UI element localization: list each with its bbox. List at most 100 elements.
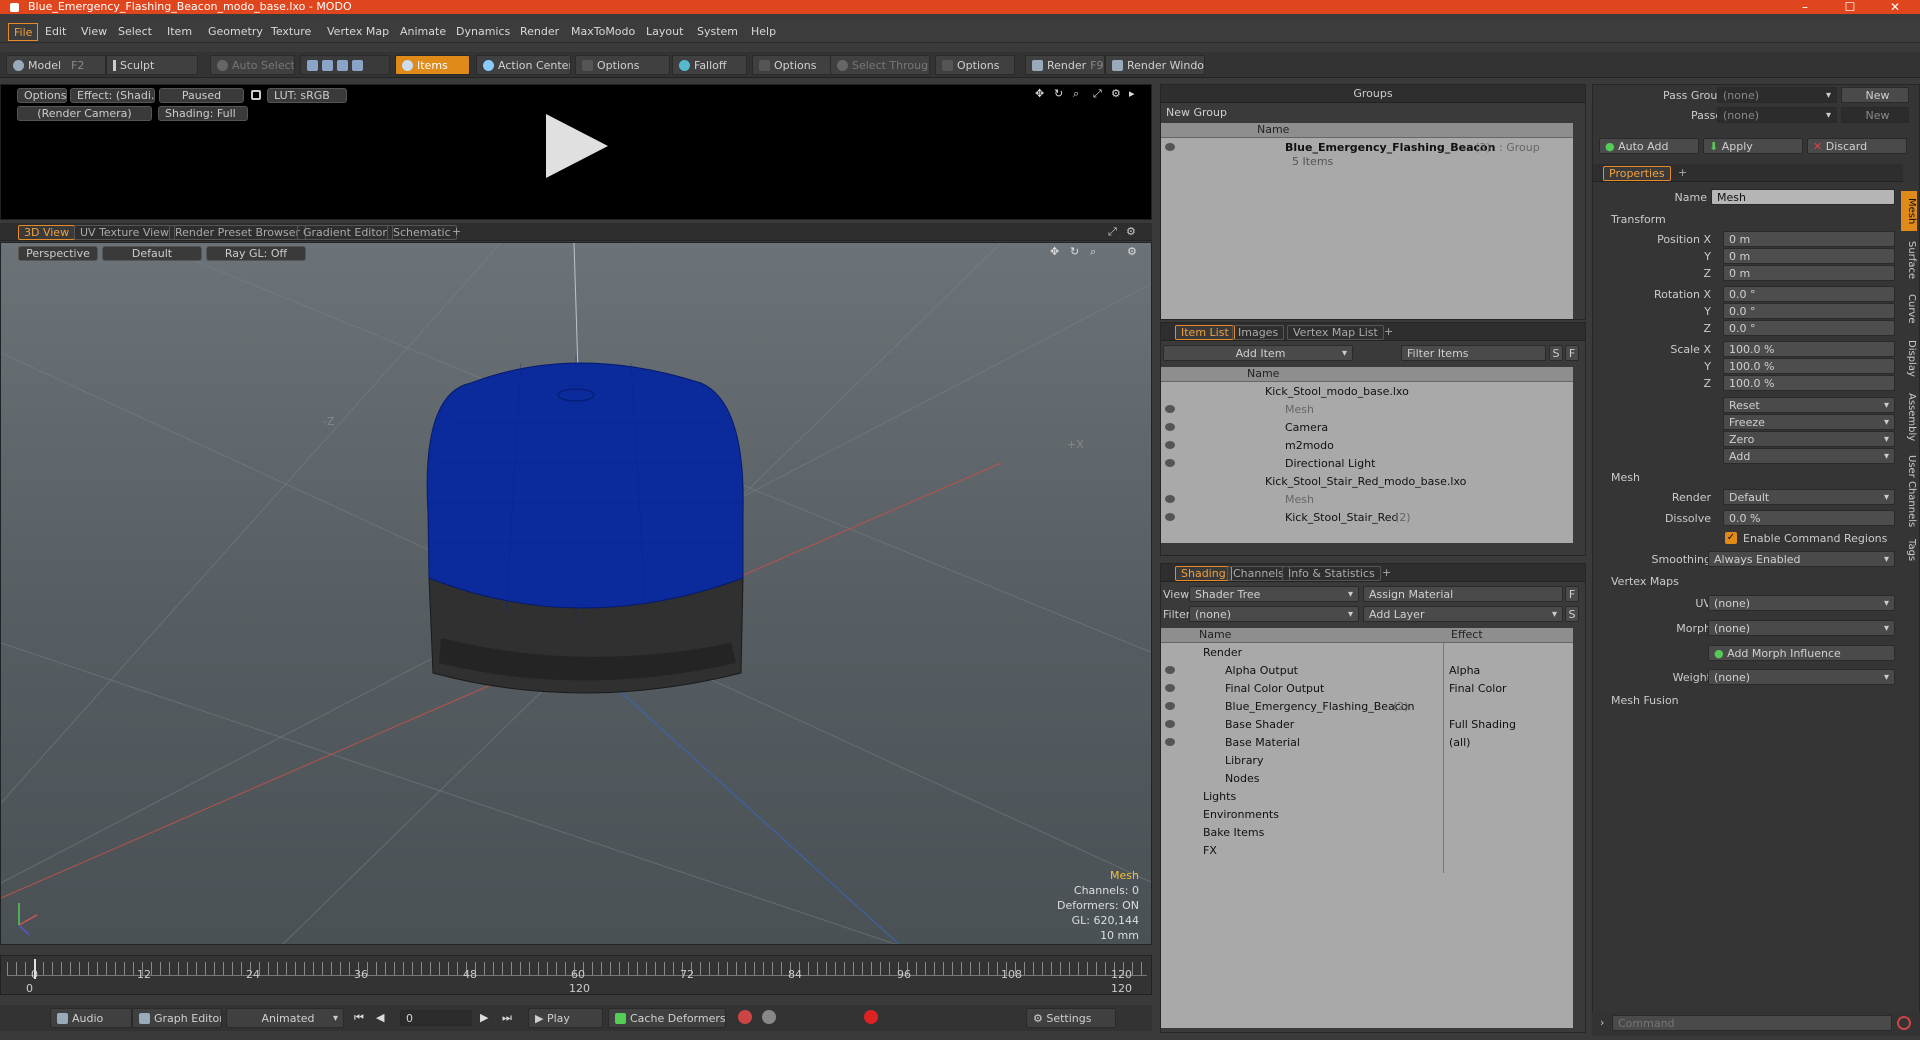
last-frame-icon[interactable]: ⏭ <box>502 1011 512 1025</box>
sculpt-mode-button[interactable]: Sculpt <box>106 55 198 75</box>
minimize-icon[interactable]: – <box>1785 0 1825 14</box>
lut-dropdown[interactable]: LUT: sRGB <box>267 88 347 103</box>
selection-mode-icons[interactable] <box>300 55 390 75</box>
command-record-icon[interactable] <box>1897 1016 1911 1030</box>
name-input[interactable]: Mesh <box>1711 189 1895 205</box>
morph-dropdown[interactable]: (none) <box>1708 620 1895 636</box>
side-tab-display[interactable]: Display <box>1901 333 1917 383</box>
vertex-mode-icon[interactable] <box>307 60 318 71</box>
range-start[interactable]: 0 <box>26 982 33 995</box>
viewport-gear-icon[interactable]: ⚙ <box>1127 245 1137 258</box>
side-tab-surface[interactable]: Surface <box>1901 235 1917 285</box>
shader-row[interactable]: FX <box>1161 842 1573 860</box>
first-frame-icon[interactable]: ⏮ <box>354 1011 364 1025</box>
add-item-tab[interactable]: + <box>1379 325 1398 340</box>
visibility-eye-icon[interactable] <box>1165 441 1175 449</box>
maximize-view-icon[interactable]: ⤢ <box>1108 225 1117 239</box>
shader-row[interactable]: Library <box>1161 752 1573 770</box>
menu-dynamics[interactable]: Dynamics <box>451 23 515 41</box>
enable-command-checkbox[interactable]: ✓ <box>1725 532 1737 544</box>
edge-mode-icon[interactable] <box>322 60 333 71</box>
render-dropdown[interactable]: Default <box>1723 489 1895 505</box>
tab-item-list[interactable]: Item List <box>1175 325 1235 340</box>
options-button-1[interactable]: Options <box>575 55 670 75</box>
lock-icon[interactable] <box>251 90 261 100</box>
reset-dropdown[interactable]: Reset <box>1723 397 1895 413</box>
menu-help[interactable]: Help <box>746 23 781 41</box>
rotate-icon[interactable]: ↻ <box>1054 87 1063 100</box>
shader-row[interactable]: Final Color Output Final Color <box>1161 680 1573 698</box>
move-icon[interactable]: ✥ <box>1035 87 1044 100</box>
paused-toggle[interactable]: Paused <box>159 88 244 103</box>
menu-layout[interactable]: Layout <box>641 23 688 41</box>
preview-options-button[interactable]: Options <box>17 88 67 103</box>
tab-properties[interactable]: Properties <box>1603 166 1671 181</box>
uv-dropdown[interactable]: (none) <box>1708 595 1895 611</box>
polygon-mode-icon[interactable] <box>337 60 348 71</box>
weight-dropdown[interactable]: (none) <box>1708 669 1895 685</box>
rotation-x-input[interactable]: 0.0 ° <box>1723 286 1895 302</box>
item-row[interactable]: Camera <box>1161 419 1573 437</box>
shader-row[interactable]: Nodes <box>1161 770 1573 788</box>
visibility-eye-icon[interactable] <box>1165 405 1175 413</box>
playhead[interactable] <box>34 959 36 979</box>
add-item-dropdown[interactable]: Add Item <box>1163 345 1353 361</box>
filter-items-input[interactable]: Filter Items <box>1401 345 1546 361</box>
play-button[interactable]: ▶ Play <box>528 1008 603 1028</box>
default-style-dropdown[interactable]: Default <box>102 246 202 261</box>
vertex-maps-section[interactable]: Vertex Maps <box>1611 575 1679 588</box>
item-row[interactable]: Kick_Stool_Stair_Red (2) <box>1161 509 1573 527</box>
side-tab-tags[interactable]: Tags <box>1901 535 1917 565</box>
zero-dropdown[interactable]: Zero <box>1723 431 1895 447</box>
viewport-move-icon[interactable]: ✥ <box>1050 245 1059 258</box>
tab-gradient-editor[interactable]: Gradient Editor <box>297 225 393 240</box>
record-icon[interactable] <box>864 1010 878 1024</box>
menu-texture[interactable]: Texture <box>266 23 316 41</box>
view-gear-icon[interactable]: ⚙ <box>1126 225 1136 238</box>
visibility-eye-icon[interactable] <box>1165 423 1175 431</box>
tab-vertex-map-list[interactable]: Vertex Map List <box>1287 325 1384 340</box>
auto-add-button[interactable]: ● Auto Add <box>1599 138 1699 154</box>
scale-z-input[interactable]: 100.0 % <box>1723 375 1895 391</box>
add-dropdown[interactable]: Add <box>1723 448 1895 464</box>
next-frame-icon[interactable]: ▶ <box>480 1011 488 1024</box>
play-arrow-icon[interactable]: ▸ <box>1129 87 1135 100</box>
viewport-zoom-icon[interactable]: ⌕ <box>1090 245 1096 259</box>
visibility-eye-icon[interactable] <box>1165 720 1175 728</box>
position-z-input[interactable]: 0 m <box>1723 265 1895 281</box>
options-button-3[interactable]: Options <box>935 55 1015 75</box>
transform-section[interactable]: Transform <box>1611 213 1666 226</box>
mesh-section[interactable]: Mesh <box>1611 471 1640 484</box>
add-morph-button[interactable]: ● Add Morph Influence <box>1708 645 1895 661</box>
settings-button[interactable]: ⚙ Settings <box>1026 1008 1116 1028</box>
visibility-eye-icon[interactable] <box>1165 513 1175 521</box>
assign-material-button[interactable]: Assign Material <box>1363 586 1563 602</box>
graph-editor-button[interactable]: Graph Editor <box>132 1008 222 1028</box>
key-icon[interactable] <box>738 1010 752 1024</box>
material-mode-icon[interactable] <box>352 60 363 71</box>
audio-button[interactable]: Audio <box>50 1008 132 1028</box>
action-center-button[interactable]: Action Center <box>476 55 571 75</box>
item-row[interactable]: Mesh <box>1161 401 1573 419</box>
command-input[interactable] <box>1612 1015 1892 1031</box>
menu-animate[interactable]: Animate <box>395 23 451 41</box>
position-y-input[interactable]: 0 m <box>1723 248 1895 264</box>
play-icon[interactable] <box>546 114 608 178</box>
discard-button[interactable]: ✕ Discard <box>1807 138 1907 154</box>
shader-row[interactable]: Bake Items <box>1161 824 1573 842</box>
tab-channels[interactable]: Channels <box>1227 566 1290 581</box>
menu-maxtomodo[interactable]: MaxToModo <box>566 23 640 41</box>
auto-select-button[interactable]: Auto Select <box>210 55 295 75</box>
shader-row[interactable]: Blue_Emergency_Flashing_Beacon (2) <box>1161 698 1573 716</box>
side-tab-assembly[interactable]: Assembly <box>1901 387 1917 447</box>
timeline[interactable]: 0 12 24 36 48 60 72 84 96 108 120 0 120 … <box>0 955 1152 995</box>
item-row[interactable]: Mesh <box>1161 491 1573 509</box>
cache-deformers-button[interactable]: Cache Deformers <box>608 1008 726 1028</box>
menu-edit[interactable]: Edit <box>40 23 71 41</box>
shader-row[interactable]: Base Shader Full Shading <box>1161 716 1573 734</box>
model-mode-button[interactable]: Model F2 <box>6 55 106 75</box>
visibility-eye-icon[interactable] <box>1165 459 1175 467</box>
shader-effect[interactable]: Full Shading <box>1449 716 1516 734</box>
shader-row[interactable]: Render <box>1161 644 1573 662</box>
tab-images[interactable]: Images <box>1232 325 1285 340</box>
